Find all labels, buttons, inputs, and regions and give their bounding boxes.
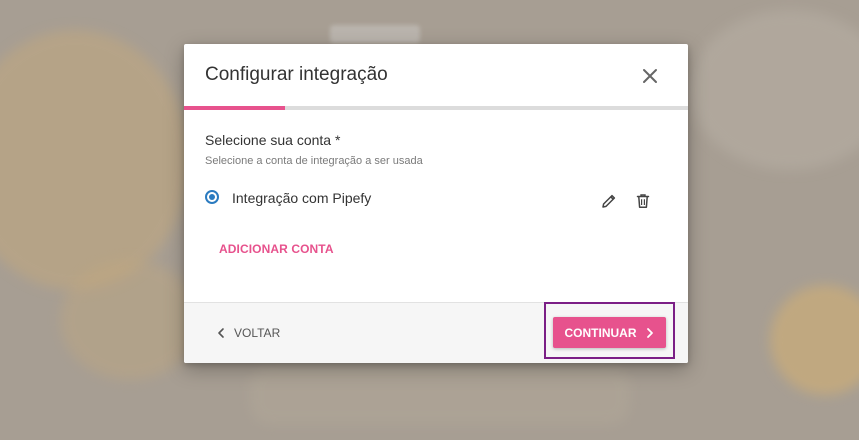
account-option[interactable]: Integração com Pipefy [204,188,664,218]
account-radio[interactable] [205,190,219,204]
dialog-body: Selecione sua conta * Selecione a conta … [184,110,688,302]
account-name[interactable]: Integração com Pipefy [232,190,371,206]
background-shape [0,30,190,290]
dialog-footer: VOLTAR CONTINUAR [184,302,688,363]
configure-integration-dialog: Configurar integração Selecione sua cont… [184,44,688,363]
account-field-hint: Selecione a conta de integração a ser us… [205,155,423,167]
background-shape [690,10,859,170]
dialog-title: Configurar integração [205,64,388,85]
close-button[interactable] [638,64,662,88]
account-field-label: Selecione sua conta * [205,132,341,148]
continue-button-label: CONTINUAR [564,325,637,340]
back-button[interactable]: VOLTAR [216,324,280,342]
background-shape [770,285,859,395]
chevron-left-icon [218,328,224,338]
dialog-header: Configurar integração [184,44,688,106]
pencil-icon [602,194,616,208]
edit-account-button[interactable] [600,192,618,210]
continue-button[interactable]: CONTINUAR [553,317,666,348]
add-account-button[interactable]: ADICIONAR CONTA [219,242,334,256]
background-shape [330,25,420,43]
back-button-label: VOLTAR [234,326,281,340]
background-shape [250,365,630,425]
background-shape [60,260,200,380]
chevron-right-icon [646,327,653,338]
close-icon [643,69,657,83]
delete-account-button[interactable] [634,192,652,210]
trash-icon [636,194,650,208]
